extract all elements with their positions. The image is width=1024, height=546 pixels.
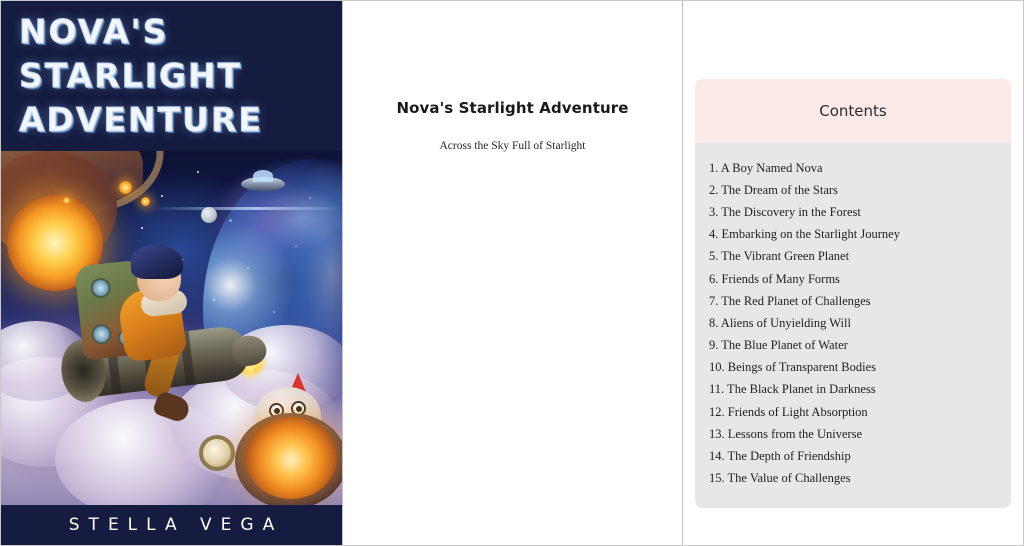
cover-title-line-1: NOVA'S — [19, 12, 169, 52]
contents-list: 1. A Boy Named Nova 2. The Dream of the S… — [695, 143, 1011, 508]
cover-title-line-3: ADVENTURE — [19, 100, 263, 140]
cover-author-name: STELLA VEGA — [68, 515, 284, 535]
contents-item[interactable]: 4. Embarking on the Starlight Journey — [695, 224, 1011, 246]
contents-item[interactable]: 6. Friends of Many Forms — [695, 268, 1011, 290]
contents-item[interactable]: 11. The Black Planet in Darkness — [695, 379, 1011, 401]
contents-heading: Contents — [819, 102, 887, 120]
contents-item[interactable]: 3. The Discovery in the Forest — [695, 201, 1011, 223]
small-moon-icon — [201, 207, 217, 223]
ufo-icon — [241, 170, 285, 191]
boy-hair-icon — [131, 245, 183, 279]
cover-title-line-2: STARLIGHT — [19, 56, 243, 96]
contents-item[interactable]: 9. The Blue Planet of Water — [695, 335, 1011, 357]
contents-item[interactable]: 1. A Boy Named Nova — [695, 157, 1011, 179]
glowing-engine-icon — [245, 417, 337, 499]
page-title: Nova's Starlight Adventure — [396, 99, 629, 117]
title-page-panel: Nova's Starlight Adventure Across the Sk… — [343, 1, 683, 545]
page-subtitle: Across the Sky Full of Starlight — [439, 140, 586, 152]
contents-panel: Contents 1. A Boy Named Nova 2. The Dream… — [683, 1, 1023, 545]
book-preview-window: NOVA'S STARLIGHT ADVENTURE STELLA VEGA N… — [0, 0, 1024, 546]
contents-card: Contents 1. A Boy Named Nova 2. The Dream… — [695, 79, 1011, 508]
lens-flare-icon — [151, 207, 341, 210]
contents-item[interactable]: 7. The Red Planet of Challenges — [695, 290, 1011, 312]
contents-item[interactable]: 5. The Vibrant Green Planet — [695, 246, 1011, 268]
contents-item[interactable]: 2. The Dream of the Stars — [695, 179, 1011, 201]
contents-item[interactable]: 15. The Value of Challenges — [695, 468, 1011, 490]
contents-header: Contents — [695, 79, 1011, 143]
contents-item[interactable]: 10. Beings of Transparent Bodies — [695, 357, 1011, 379]
contents-item[interactable]: 14. The Depth of Friendship — [695, 445, 1011, 467]
book-cover-panel: NOVA'S STARLIGHT ADVENTURE STELLA VEGA — [1, 1, 343, 545]
contents-item[interactable]: 8. Aliens of Unyielding Will — [695, 312, 1011, 334]
pocket-watch-icon — [199, 435, 235, 471]
cover-illustration — [1, 149, 342, 507]
cover-author-block: STELLA VEGA — [1, 505, 342, 545]
contents-item[interactable]: 13. Lessons from the Universe — [695, 423, 1011, 445]
small-lamp-icon — [119, 181, 132, 194]
small-lamp-icon — [63, 197, 70, 204]
small-lamp-icon — [141, 197, 150, 206]
cover-title-block: NOVA'S STARLIGHT ADVENTURE — [1, 1, 342, 151]
contents-item[interactable]: 12. Friends of Light Absorption — [695, 401, 1011, 423]
